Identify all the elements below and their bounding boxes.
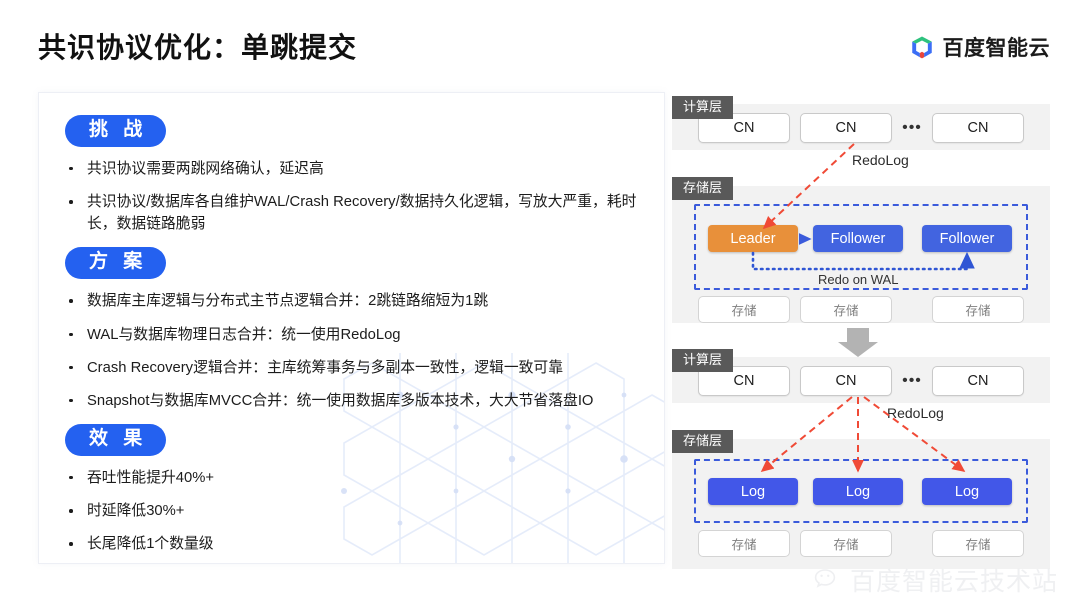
ellipsis-icon: ••• [902, 119, 922, 136]
compute-layer-tag-after: 计算层 [672, 349, 734, 372]
follower-node: Follower [813, 225, 903, 252]
compute-layer-tag-before: 计算层 [672, 96, 734, 119]
list-item: 数据库主库逻辑与分布式主节点逻辑合并：2跳链路缩短为1跳 [65, 290, 638, 312]
section-challenge: 挑 战 共识协议需要两跳网络确认，延迟高 共识协议/数据库各自维护WAL/Cra… [65, 115, 638, 235]
redolog-label-before: RedoLog [852, 152, 909, 168]
storage-node-row-before: 存储 存储 存储 [672, 296, 1050, 323]
page-title: 共识协议优化：单跳提交 [38, 32, 358, 63]
storage-layer-tag-after: 存储层 [672, 430, 734, 453]
brand-logo: 百度智能云 [909, 32, 1051, 62]
slide-root: 共识协议优化：单跳提交 百度智能云 挑 战 共识协议需要两跳网络确认，延迟高 共… [0, 0, 1080, 608]
redolog-label-after: RedoLog [887, 405, 944, 421]
footer-watermark: 百度智能云技术站 [813, 562, 1058, 598]
redo-on-wal-label: Redo on WAL [818, 272, 899, 287]
log-node: Log [708, 478, 798, 505]
leader-node: Leader [708, 225, 798, 252]
list-item: Snapshot与数据库MVCC合并：统一使用数据库多版本技术，大大节省落盘IO [65, 390, 638, 412]
cn-node: CN [800, 113, 892, 143]
section-solution: 方 案 数据库主库逻辑与分布式主节点逻辑合并：2跳链路缩短为1跳 WAL与数据库… [65, 247, 638, 412]
storage-node: 存储 [932, 530, 1024, 557]
cn-node: CN [932, 113, 1024, 143]
storage-node: 存储 [800, 296, 892, 323]
log-node: Log [922, 478, 1012, 505]
wechat-icon [814, 569, 836, 588]
architecture-diagrams: 计算层 CN CN ••• CN RedoLog 存储层 Leader Foll… [672, 92, 1050, 592]
bullet-list-challenge: 共识协议需要两跳网络确认，延迟高 共识协议/数据库各自维护WAL/Crash R… [65, 158, 638, 236]
list-item: 长尾降低1个数量级 [65, 533, 638, 555]
section-badge-solution: 方 案 [65, 247, 167, 280]
baidu-cloud-cube-logo-icon [911, 36, 932, 59]
list-item: Crash Recovery逻辑合并：主库统筹事务与多副本一致性，逻辑一致可靠 [65, 357, 638, 379]
storage-node-row-after: 存储 存储 存储 [672, 530, 1050, 557]
brand-name: 百度智能云 [942, 37, 1050, 60]
list-item: 共识协议需要两跳网络确认，延迟高 [65, 158, 638, 180]
section-badge-challenge: 挑 战 [65, 115, 167, 147]
storage-node: 存储 [800, 530, 892, 557]
list-item: 吞吐性能提升40%+ [65, 467, 638, 489]
storage-node: 存储 [698, 530, 790, 557]
ellipsis-icon: ••• [902, 372, 922, 389]
down-arrow-icon [838, 328, 878, 357]
section-badge-effect: 效 果 [65, 424, 167, 456]
list-item: 时延降低30%+ [65, 500, 638, 522]
storage-node: 存储 [698, 296, 790, 323]
card-content: 挑 战 共识协议需要两跳网络确认，延迟高 共识协议/数据库各自维护WAL/Cra… [39, 93, 664, 556]
storage-layer-tag-before: 存储层 [672, 177, 734, 200]
bullet-list-solution: 数据库主库逻辑与分布式主节点逻辑合并：2跳链路缩短为1跳 WAL与数据库物理日志… [65, 290, 638, 412]
storage-node: 存储 [932, 296, 1024, 323]
cn-node: CN [800, 366, 892, 396]
list-item: WAL与数据库物理日志合并：统一使用RedoLog [65, 324, 638, 346]
footer-watermark-text: 百度智能云技术站 [849, 568, 1058, 596]
cn-node: CN [932, 366, 1024, 396]
follower-node: Follower [922, 225, 1012, 252]
log-node: Log [813, 478, 903, 505]
list-item: 共识协议/数据库各自维护WAL/Crash Recovery/数据持久化逻辑，写… [65, 191, 638, 235]
content-card: 挑 战 共识协议需要两跳网络确认，延迟高 共识协议/数据库各自维护WAL/Cra… [38, 92, 665, 564]
bullet-list-effect: 吞吐性能提升40%+ 时延降低30%+ 长尾降低1个数量级 [65, 467, 638, 556]
section-effect: 效 果 吞吐性能提升40%+ 时延降低30%+ 长尾降低1个数量级 [65, 424, 638, 555]
